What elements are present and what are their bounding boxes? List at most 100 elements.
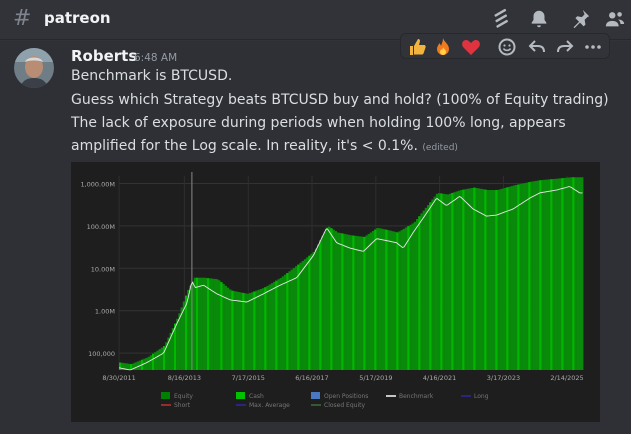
message-author[interactable]: Roberts [71,47,137,65]
forward-icon[interactable] [555,37,575,57]
equity-bar [508,186,511,370]
equity-bar [405,227,408,370]
equity-bar [330,228,333,370]
y-tick-label: 100.00M [87,223,115,231]
equity-bar [378,228,381,370]
equity-bar [460,190,463,370]
equity-bar [325,227,329,370]
equity-chart: 1,000.00M 100.00M 10.00M 1.00M 100,000 8/30/2… [80,172,584,409]
x-tick-label: 6/16/2017 [295,374,328,382]
equity-bar [545,179,549,370]
legend-label: Benchmark [399,393,434,400]
equity-bar [550,179,553,370]
equity-bar [521,183,524,370]
message-timestamp[interactable]: 6:48 AM [134,52,177,64]
equity-bar [156,350,159,370]
equity-bar [506,187,509,370]
equity-bar [396,232,399,370]
equity-bar [145,357,148,370]
equity-bar [275,280,278,370]
equity-bar [572,177,575,370]
message-line: Benchmark is BTCUSD. [71,68,233,84]
equity-bar [147,356,150,370]
equity-bar [365,235,368,370]
equity-bar [493,190,496,370]
fire-reaction-button[interactable] [433,37,453,57]
channel-name: patreon [44,9,111,27]
equity-bar [556,178,560,370]
equity-bar [248,293,252,370]
equity-bar [433,196,436,370]
more-icon[interactable] [583,37,603,57]
members-icon[interactable] [604,8,626,30]
equity-bar [402,228,406,370]
equity-bar [251,292,254,370]
equity-bar [345,234,348,370]
equity-bar [563,177,566,370]
heart-reaction-button[interactable] [461,37,481,57]
equity-bar [354,235,357,370]
equity-bar [398,231,401,370]
message-line-text: amplified for the Log scale. In reality,… [71,138,418,154]
x-tick-label: 5/17/2019 [359,374,392,382]
equity-bar [466,188,469,370]
equity-bar [231,290,234,370]
equity-bar [290,269,293,370]
reply-icon[interactable] [527,37,547,57]
bell-icon[interactable] [528,8,550,30]
equity-bar [407,226,410,370]
equity-bar [237,292,241,370]
equity-bar [356,236,359,370]
equity-bar [486,190,489,370]
equity-bar [312,252,315,370]
equity-bar [451,192,454,370]
equity-bar [319,240,322,370]
equity-bar [380,228,384,370]
equity-bar [411,223,414,370]
equity-bar [449,193,452,370]
chart-image-attachment[interactable]: 1,000.00M 100.00M 10.00M 1.00M 100,000 8/30/2… [71,162,600,422]
equity-bar [490,190,494,370]
equity-bar [198,277,201,370]
equity-bar [284,274,287,370]
equity-bar [226,287,230,370]
equity-bar [504,187,507,370]
equity-bar [332,229,335,370]
equity-bar [482,189,485,370]
y-tick-label: 1,000.00M [80,180,115,188]
equity-bar [229,289,232,370]
equity-bar [323,231,326,370]
equity-bar [438,193,441,370]
thumbs-up-reaction-button[interactable] [407,37,427,57]
equity-bar [548,179,551,370]
pin-icon[interactable] [569,8,591,30]
equity-bar [270,283,274,370]
equity-bar [301,260,304,370]
equity-bar [255,290,258,370]
equity-bar [347,234,351,370]
add-reaction-icon[interactable] [497,37,517,57]
equity-bar [310,253,313,370]
equity-bar [418,216,421,370]
threads-icon[interactable] [491,8,513,30]
equity-bar [350,235,353,370]
equity-bar [187,289,190,370]
equity-bar [537,180,540,370]
equity-bar [427,205,430,370]
equity-bar [479,188,483,370]
equity-bar [358,236,362,370]
equity-bar [510,186,513,370]
legend-label: Closed Equity [324,402,365,409]
equity-bar [292,267,296,370]
equity-bar [209,278,212,370]
equity-bar [367,233,370,370]
avatar[interactable] [14,48,54,88]
equity-bar [455,191,458,370]
equity-bar [233,291,236,370]
equity-bar [352,235,355,370]
equity-bar [453,192,456,370]
equity-bar [193,277,197,370]
equity-bar [526,182,529,370]
equity-bar [488,190,491,370]
equity-bar [446,194,450,370]
